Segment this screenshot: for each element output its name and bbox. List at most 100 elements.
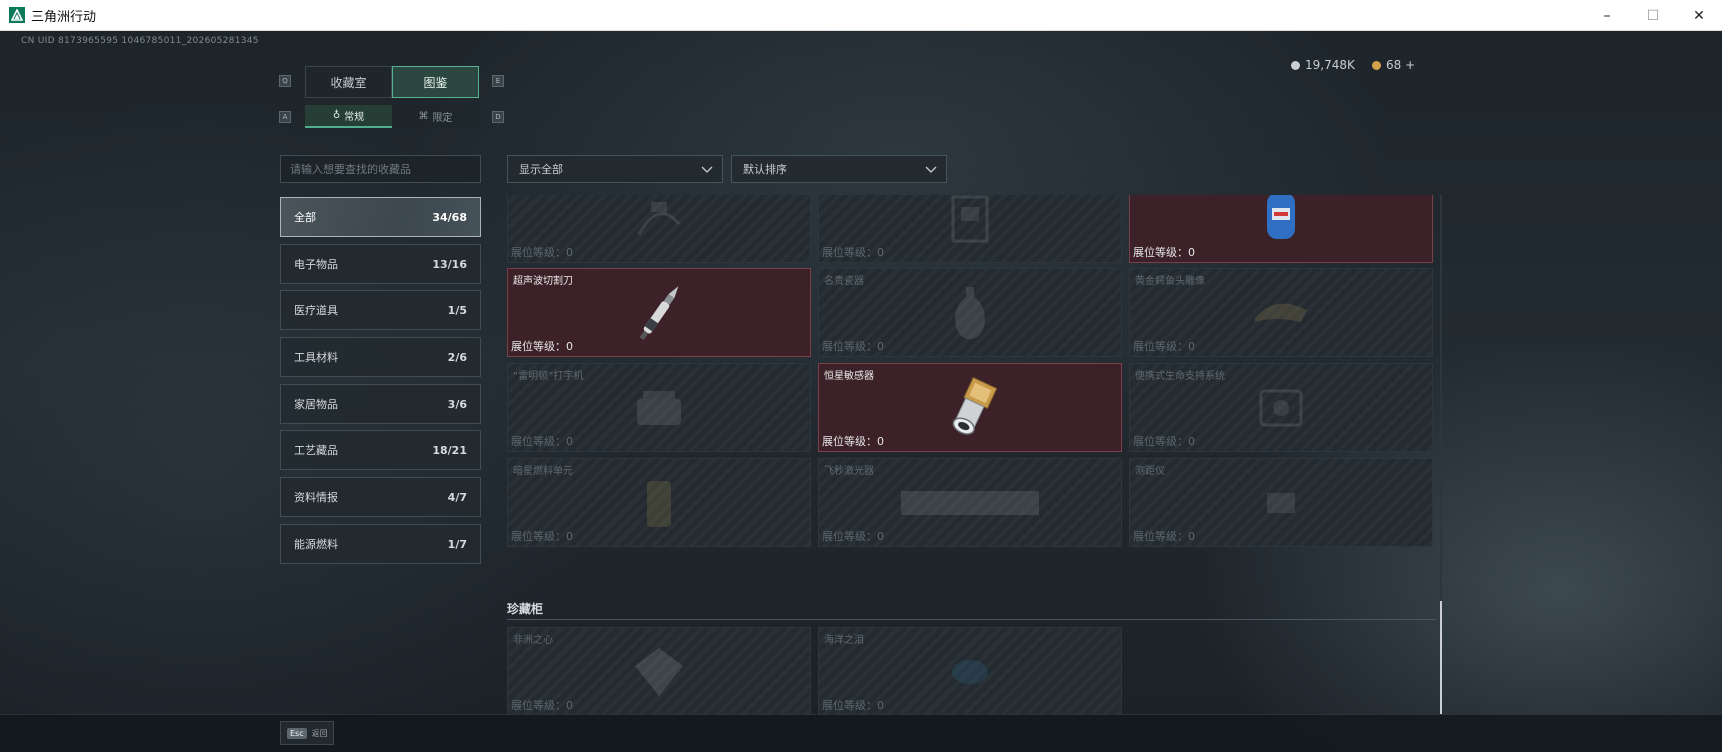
back-button[interactable]: Esc 返回 bbox=[280, 721, 334, 745]
display-level: 展位等级：0 bbox=[1133, 435, 1195, 448]
item-name: 便携式生命支持系统 bbox=[1135, 371, 1225, 382]
chevron-down-icon bbox=[701, 166, 713, 173]
category-label: 工具材料 bbox=[294, 351, 338, 364]
tab-collection-room[interactable]: 收藏室 bbox=[305, 66, 392, 98]
category-electronics[interactable]: 电子物品 13/16 bbox=[280, 244, 481, 284]
category-medical[interactable]: 医疗道具 1/5 bbox=[280, 290, 481, 330]
category-label: 资料情报 bbox=[294, 491, 338, 504]
diamond-icon bbox=[635, 647, 683, 696]
collection-screen: CN UID 8173965595 1046785011_20260528134… bbox=[0, 31, 1722, 752]
sub-tabs: ♁ 常规 ⌘ 限定 bbox=[305, 105, 479, 128]
collection-card[interactable]: 飞秒激光器 展位等级：0 bbox=[818, 458, 1122, 547]
collection-card[interactable]: 展位等级：0 bbox=[818, 195, 1122, 263]
gold-coin-icon bbox=[1372, 60, 1381, 70]
fuel-cell-icon bbox=[647, 480, 671, 527]
main-tabs: 收藏室 图鉴 bbox=[305, 66, 479, 98]
vase-icon bbox=[955, 286, 985, 339]
collection-search-input[interactable] bbox=[280, 155, 481, 183]
flame-icon: ♁ bbox=[332, 110, 341, 121]
category-count: 4/7 bbox=[447, 490, 467, 504]
currency-gold[interactable]: 68 + bbox=[1372, 58, 1415, 72]
display-level: 展位等级：0 bbox=[511, 435, 573, 448]
collection-card[interactable]: 恒星敏感器 展位等级：0 bbox=[818, 363, 1122, 452]
collection-grid[interactable]: 展位等级：0 展位等级：0 展位等级：0 超声波切割刀 展位等级：0 名贵瓷器 … bbox=[507, 195, 1436, 714]
display-level: 展位等级：0 bbox=[511, 340, 573, 353]
sort-value: 默认排序 bbox=[743, 163, 787, 176]
chevron-down-icon bbox=[925, 166, 937, 173]
display-level: 展位等级：0 bbox=[822, 435, 884, 448]
item-name: 飞秒激光器 bbox=[824, 466, 874, 477]
display-level: 展位等级：0 bbox=[511, 699, 573, 712]
collection-card[interactable]: 非洲之心 展位等级：0 bbox=[507, 627, 811, 714]
collection-card[interactable]: 展位等级：0 bbox=[1129, 195, 1433, 263]
item-name: 名贵瓷器 bbox=[824, 276, 864, 287]
item-name: 测距仪 bbox=[1135, 466, 1165, 477]
life-support-icon bbox=[1259, 389, 1303, 426]
star-sensor-icon bbox=[952, 376, 998, 435]
collection-card[interactable]: “雷明顿”打字机 展位等级：0 bbox=[507, 363, 811, 452]
vault-section-title: 珍藏柜 bbox=[507, 602, 544, 616]
category-crafts[interactable]: 工艺藏品 18/21 bbox=[280, 430, 481, 470]
collection-card[interactable]: 黄金鳄鱼头雕像 展位等级：0 bbox=[1129, 268, 1433, 357]
display-level: 展位等级：0 bbox=[1133, 246, 1195, 259]
subtab-limited-label: 限定 bbox=[432, 113, 453, 124]
category-household[interactable]: 家居物品 3/6 bbox=[280, 384, 481, 424]
item-name: 恒星敏感器 bbox=[824, 371, 874, 382]
category-label: 工艺藏品 bbox=[294, 444, 338, 457]
subtab-prev-key-hint: A bbox=[279, 111, 291, 123]
display-level: 展位等级：0 bbox=[822, 246, 884, 259]
close-button[interactable]: ✕ bbox=[1676, 0, 1722, 31]
category-count: 2/6 bbox=[447, 350, 467, 364]
display-level: 展位等级：0 bbox=[822, 530, 884, 543]
rangefinder-icon bbox=[1267, 492, 1295, 513]
item-name: 暗星燃料单元 bbox=[513, 466, 573, 477]
collection-card[interactable]: 展位等级：0 bbox=[507, 195, 811, 263]
item-name: “雷明顿”打字机 bbox=[513, 371, 584, 382]
category-energy[interactable]: 能源燃料 1/7 bbox=[280, 524, 481, 564]
currency-silver-value: 19,748K bbox=[1305, 58, 1355, 72]
cable-icon bbox=[637, 201, 681, 235]
collection-card[interactable]: 暗星燃料单元 展位等级：0 bbox=[507, 458, 811, 547]
category-count: 1/7 bbox=[447, 537, 467, 551]
display-level: 展位等级：0 bbox=[822, 699, 884, 712]
filter-show-value: 显示全部 bbox=[519, 163, 563, 176]
item-name: 非洲之心 bbox=[513, 635, 553, 646]
app-logo-icon bbox=[9, 7, 25, 23]
category-label: 能源燃料 bbox=[294, 538, 338, 551]
user-uid: CN UID 8173965595 1046785011_20260528134… bbox=[21, 36, 259, 46]
category-tools[interactable]: 工具材料 2/6 bbox=[280, 337, 481, 377]
item-name: 超声波切割刀 bbox=[513, 276, 573, 287]
display-level: 展位等级：0 bbox=[822, 340, 884, 353]
subtab-limited[interactable]: ⌘ 限定 bbox=[392, 105, 479, 128]
grid-scroll-thumb[interactable] bbox=[1440, 601, 1442, 714]
laser-icon bbox=[901, 490, 1039, 515]
crocodile-statue-icon bbox=[1255, 303, 1307, 322]
tab-codex[interactable]: 图鉴 bbox=[392, 66, 479, 98]
display-level: 展位等级：0 bbox=[511, 246, 573, 259]
maximize-button[interactable]: ☐ bbox=[1630, 0, 1676, 31]
category-label: 医疗道具 bbox=[294, 304, 338, 317]
tab-prev-key-hint: Q bbox=[279, 75, 291, 87]
category-count: 34/68 bbox=[432, 210, 467, 224]
window-title: 三角洲行动 bbox=[31, 9, 97, 25]
currency-gold-value: 68 + bbox=[1386, 58, 1416, 72]
category-count: 18/21 bbox=[432, 443, 467, 457]
collection-card[interactable]: 便携式生命支持系统 展位等级：0 bbox=[1129, 363, 1433, 452]
silver-coin-icon bbox=[1291, 60, 1300, 70]
display-level: 展位等级：0 bbox=[1133, 530, 1195, 543]
footer-bar: Esc 返回 bbox=[0, 714, 1722, 752]
collection-card[interactable]: 名贵瓷器 展位等级：0 bbox=[818, 268, 1122, 357]
collection-card[interactable]: 海洋之泪 展位等级：0 bbox=[818, 627, 1122, 714]
filter-show-dropdown[interactable]: 显示全部 bbox=[507, 155, 723, 183]
category-count: 1/5 bbox=[447, 303, 467, 317]
sort-dropdown[interactable]: 默认排序 bbox=[731, 155, 947, 183]
category-intel[interactable]: 资料情报 4/7 bbox=[280, 477, 481, 517]
collection-card[interactable]: 测距仪 展位等级：0 bbox=[1129, 458, 1433, 547]
minimize-button[interactable]: – bbox=[1584, 0, 1630, 31]
collection-card[interactable]: 超声波切割刀 展位等级：0 bbox=[507, 268, 811, 357]
category-all[interactable]: 全部 34/68 bbox=[280, 197, 481, 237]
esc-key-hint: Esc bbox=[287, 727, 307, 739]
item-name: 黄金鳄鱼头雕像 bbox=[1135, 276, 1205, 287]
subtab-regular[interactable]: ♁ 常规 bbox=[305, 105, 392, 128]
subtab-regular-label: 常规 bbox=[344, 112, 365, 123]
